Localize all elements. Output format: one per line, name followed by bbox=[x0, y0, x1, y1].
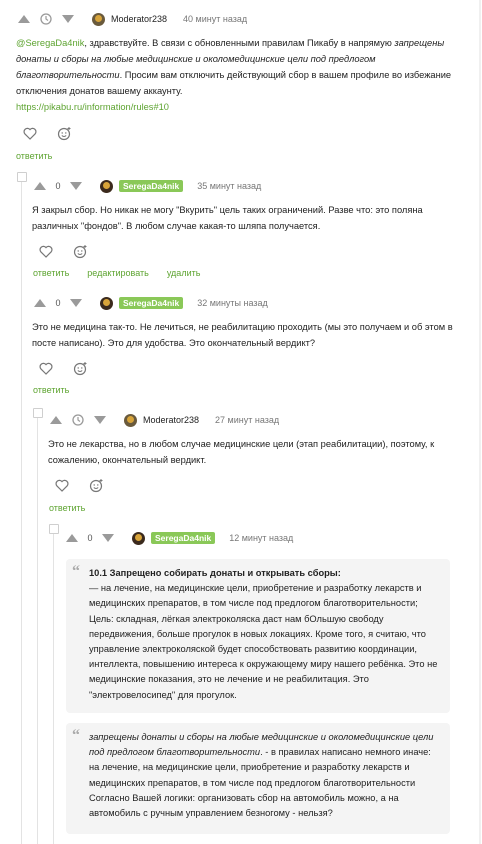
moderator-shield-icon bbox=[38, 11, 54, 27]
avatar[interactable] bbox=[100, 179, 113, 193]
delete-button[interactable]: удалить bbox=[167, 268, 201, 278]
scrollbar-track[interactable] bbox=[479, 0, 481, 844]
comment-2-actions: ответить редактировать удалить bbox=[33, 268, 200, 278]
downvote-button[interactable] bbox=[68, 295, 84, 311]
comment-2-body: Я закрыл сбор. Но никак не могу "Вкурить… bbox=[32, 205, 423, 231]
author-nick[interactable]: Moderator238 bbox=[111, 14, 167, 24]
quote-2-body: . - в правилах написано немного иначе: н… bbox=[89, 747, 431, 819]
reply-button[interactable]: ответить bbox=[16, 151, 52, 161]
quote-1-body: — на лечение, на медицинские цели, приоб… bbox=[89, 583, 438, 700]
reply-button[interactable]: ответить bbox=[49, 503, 85, 513]
heart-icon[interactable] bbox=[22, 125, 38, 141]
emoji-add-icon[interactable] bbox=[72, 360, 88, 376]
collapse-thread-3[interactable] bbox=[49, 524, 59, 534]
comment-3-body: Это не медицина так-то. Не лечиться, не … bbox=[32, 322, 453, 348]
comment-time[interactable]: 12 минут назад bbox=[229, 533, 293, 543]
comment-1: Moderator238 40 минут назад bbox=[16, 11, 452, 27]
comment-4-reactions bbox=[54, 477, 104, 493]
author-nick-badge[interactable]: SeregaDa4nik bbox=[119, 297, 184, 309]
quote-mark-icon: “ bbox=[72, 727, 80, 744]
avatar[interactable] bbox=[132, 531, 145, 545]
avatar[interactable] bbox=[100, 296, 113, 310]
collapse-thread-2[interactable] bbox=[33, 408, 43, 418]
comment-4-body: Это не лекарства, но в любом случае меди… bbox=[48, 439, 435, 465]
comment-time[interactable]: 40 минут назад bbox=[183, 14, 247, 24]
upvote-button[interactable] bbox=[32, 295, 48, 311]
rules-link[interactable]: https://pikabu.ru/information/rules#10 bbox=[16, 102, 169, 112]
user-mention-link[interactable]: @SeregaDa4nik bbox=[16, 38, 84, 48]
comment-rating: Moderator238 27 минут назад bbox=[48, 412, 279, 428]
emoji-add-icon[interactable] bbox=[56, 125, 72, 141]
comment-time[interactable]: 27 минут назад bbox=[215, 415, 279, 425]
emoji-add-icon[interactable] bbox=[88, 477, 104, 493]
rating-count: 0 bbox=[55, 298, 61, 308]
upvote-button[interactable] bbox=[32, 178, 48, 194]
comment-text: , здравствуйте. В связи с обновленными п… bbox=[84, 38, 395, 48]
comment-2-reactions bbox=[38, 243, 88, 259]
comment-time[interactable]: 35 минут назад bbox=[197, 181, 261, 191]
upvote-button[interactable] bbox=[48, 412, 64, 428]
quote-1-text: 10.1 Запрещено собирать донаты и открыва… bbox=[89, 566, 441, 703]
reply-button[interactable]: ответить bbox=[33, 268, 69, 278]
rating-count: 0 bbox=[55, 181, 61, 191]
downvote-button[interactable] bbox=[92, 412, 108, 428]
heart-icon[interactable] bbox=[38, 360, 54, 376]
comment-rating: Moderator238 40 минут назад bbox=[16, 11, 452, 27]
edit-button[interactable]: редактировать bbox=[87, 268, 149, 278]
thread-line-level2 bbox=[37, 416, 38, 844]
avatar[interactable] bbox=[92, 12, 105, 26]
downvote-button[interactable] bbox=[60, 11, 76, 27]
comment-5: 0 SeregaDa4nik 12 минут назад bbox=[64, 530, 293, 546]
author-nick-badge[interactable]: SeregaDa4nik bbox=[151, 532, 216, 544]
author-nick-badge[interactable]: SeregaDa4nik bbox=[119, 180, 184, 192]
upvote-button[interactable] bbox=[64, 530, 80, 546]
downvote-button[interactable] bbox=[68, 178, 84, 194]
thread-line-level3 bbox=[53, 532, 54, 844]
comment-2: 0 SeregaDa4nik 35 минут назад bbox=[32, 178, 261, 194]
rating-count: 0 bbox=[87, 533, 93, 543]
comment-time[interactable]: 32 минуты назад bbox=[197, 298, 268, 308]
quote-2-text: запрещены донаты и сборы на любые медици… bbox=[89, 730, 441, 821]
quote-1-title: 10.1 Запрещено собирать донаты и открыва… bbox=[89, 568, 341, 578]
comment-3-reactions bbox=[38, 360, 88, 376]
author-nick[interactable]: Moderator238 bbox=[143, 415, 199, 425]
quote-mark-icon: “ bbox=[72, 563, 80, 580]
comment-1-body: @SeregaDa4nik, здравствуйте. В связи с о… bbox=[16, 35, 456, 115]
reply-button[interactable]: ответить bbox=[33, 385, 69, 395]
collapse-thread-1[interactable] bbox=[17, 172, 27, 182]
heart-icon[interactable] bbox=[38, 243, 54, 259]
comment-rating: 0 SeregaDa4nik 35 минут назад bbox=[32, 178, 261, 194]
comment-1-reactions bbox=[22, 125, 72, 141]
avatar[interactable] bbox=[124, 413, 137, 427]
comment-3: 0 SeregaDa4nik 32 минуты назад bbox=[32, 295, 268, 311]
comment-rating: 0 SeregaDa4nik 12 минут назад bbox=[64, 530, 293, 546]
heart-icon[interactable] bbox=[54, 477, 70, 493]
emoji-add-icon[interactable] bbox=[72, 243, 88, 259]
moderator-shield-icon bbox=[70, 412, 86, 428]
thread-line-level1 bbox=[21, 180, 22, 844]
comment-4: Moderator238 27 минут назад bbox=[48, 412, 279, 428]
downvote-button[interactable] bbox=[100, 530, 116, 546]
upvote-button[interactable] bbox=[16, 11, 32, 27]
comment-rating: 0 SeregaDa4nik 32 минуты назад bbox=[32, 295, 268, 311]
